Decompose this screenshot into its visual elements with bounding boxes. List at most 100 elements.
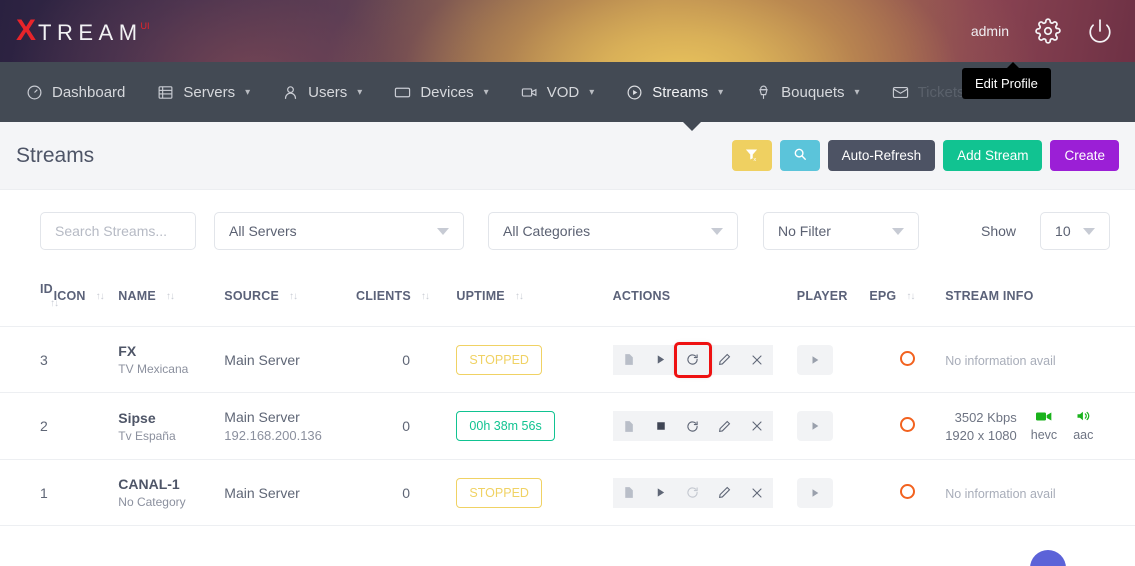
sort-icon[interactable]: ↑↓	[421, 291, 429, 302]
filters-row: Search Streams... All Servers All Catego…	[0, 190, 1135, 268]
page-wrapper: XTREAMUI admin Dashboard	[0, 0, 1135, 526]
codec-group: hevc aac	[1031, 410, 1094, 442]
page-title: Streams	[16, 144, 94, 168]
show-label: Show	[981, 223, 1016, 239]
sort-icon[interactable]: ↑↓	[515, 291, 523, 302]
logo-superscript: UI	[141, 21, 150, 31]
search-icon	[793, 147, 807, 164]
nav-item-servers[interactable]: Servers ▾	[141, 62, 266, 122]
cell-name: FX TV Mexicana	[118, 327, 224, 393]
play-icon[interactable]	[645, 478, 677, 508]
th-icon[interactable]: ICON ↑↓	[54, 268, 119, 327]
speaker-icon	[1073, 410, 1093, 424]
nav-item-devices[interactable]: Devices ▾	[378, 62, 504, 122]
no-information-text: No information avail	[945, 354, 1055, 368]
streams-panel: Search Streams... All Servers All Catego…	[0, 190, 1135, 526]
close-icon[interactable]	[741, 345, 773, 375]
source-name: Main Server	[224, 409, 356, 425]
sort-icon[interactable]: ↑↓	[906, 291, 914, 302]
sort-icon[interactable]: ↑↓	[166, 291, 174, 302]
nav-item-streams[interactable]: Streams ▾	[610, 62, 739, 122]
th-name[interactable]: NAME↑↓	[118, 268, 224, 327]
nav-label: Bouquets	[781, 84, 844, 101]
file-icon[interactable]	[613, 345, 645, 375]
stop-icon[interactable]	[645, 411, 677, 441]
nav-label: Streams	[652, 84, 708, 101]
scroll-to-top-button[interactable]	[1030, 550, 1066, 566]
cell-source: Main Server 192.168.200.136	[224, 393, 356, 460]
nav-item-dashboard[interactable]: Dashboard	[10, 62, 141, 122]
cell-actions	[613, 393, 797, 460]
gear-icon[interactable]	[1035, 18, 1061, 44]
stream-name: Sipse	[118, 410, 224, 426]
source-ip: 192.168.200.136	[224, 428, 356, 443]
categories-select[interactable]: All Categories	[488, 212, 738, 250]
pencil-icon[interactable]	[709, 345, 741, 375]
create-button[interactable]: Create	[1050, 140, 1119, 171]
file-icon[interactable]	[613, 411, 645, 441]
cell-uptime: STOPPED	[456, 460, 612, 526]
player-play-icon[interactable]	[797, 411, 833, 441]
search-input[interactable]: Search Streams...	[40, 212, 196, 250]
player-play-icon[interactable]	[797, 478, 833, 508]
table-row[interactable]: 3 FX TV Mexicana Main Server 0 STOPPED	[0, 327, 1135, 393]
add-stream-button[interactable]: Add Stream	[943, 140, 1042, 171]
th-label: STREAM INFO	[945, 289, 1033, 303]
source-name: Main Server	[224, 352, 356, 368]
cell-uptime: STOPPED	[456, 327, 612, 393]
search-button[interactable]	[780, 140, 820, 171]
stream-bitrate-block: 3502 Kbps 1920 x 1080	[945, 410, 1017, 443]
sort-icon[interactable]: ↑↓	[289, 291, 297, 302]
cell-clients: 0	[356, 393, 456, 460]
clear-filter-button[interactable]: x	[732, 140, 772, 171]
play-icon[interactable]	[645, 345, 677, 375]
dashboard-icon	[26, 84, 43, 101]
table-row[interactable]: 1 CANAL-1 No Category Main Server 0 STOP…	[0, 460, 1135, 526]
th-clients[interactable]: CLIENTS↑↓	[356, 268, 456, 327]
servers-select[interactable]: All Servers	[214, 212, 464, 250]
page-header: Streams x Auto-Refresh Add Stream Create	[0, 122, 1135, 190]
nav-item-users[interactable]: Users ▾	[266, 62, 378, 122]
th-label: ICON	[54, 289, 86, 303]
table-row[interactable]: 2 Sipse Tv España Main Server 192.168.20…	[0, 393, 1135, 460]
epg-ring-icon[interactable]	[900, 351, 915, 366]
player-play-icon[interactable]	[797, 345, 833, 375]
nav-item-bouquets[interactable]: Bouquets ▾	[739, 62, 875, 122]
pencil-icon[interactable]	[709, 478, 741, 508]
th-uptime[interactable]: UPTIME↑↓	[456, 268, 612, 327]
cell-id: 3	[0, 327, 54, 393]
close-icon[interactable]	[741, 411, 773, 441]
epg-ring-icon[interactable]	[900, 417, 915, 432]
admin-username[interactable]: admin	[971, 23, 1009, 39]
refresh-icon[interactable]	[677, 478, 709, 508]
epg-ring-icon[interactable]	[900, 484, 915, 499]
th-source[interactable]: SOURCE ↑↓	[224, 268, 356, 327]
page-size-select[interactable]: 10	[1040, 212, 1110, 250]
refresh-icon[interactable]	[677, 411, 709, 441]
app-logo[interactable]: XTREAMUI	[16, 16, 152, 46]
filter-x-icon: x	[744, 147, 759, 165]
close-icon[interactable]	[741, 478, 773, 508]
pencil-icon[interactable]	[709, 411, 741, 441]
refresh-icon[interactable]	[677, 345, 709, 375]
power-icon[interactable]	[1087, 18, 1113, 44]
th-label: SOURCE	[224, 289, 279, 303]
streams-table: ID↑↓ ICON ↑↓ NAME↑↓ SOURCE ↑↓ CLIENTS↑↓ UP…	[0, 268, 1135, 526]
auto-refresh-button[interactable]: Auto-Refresh	[828, 140, 936, 171]
nav-item-vod[interactable]: VOD ▾	[505, 62, 611, 122]
cell-name: Sipse Tv España	[118, 393, 224, 460]
categories-select-value: All Categories	[503, 223, 590, 239]
cell-player	[797, 393, 870, 460]
th-epg[interactable]: EPG↑↓	[869, 268, 945, 327]
logo-text: TREAM	[38, 22, 143, 44]
nav-label: Tickets	[918, 84, 965, 101]
chevron-down-icon: ▾	[855, 87, 860, 98]
th-label: ACTIONS	[613, 289, 671, 303]
file-icon[interactable]	[613, 478, 645, 508]
status-filter-select[interactable]: No Filter	[763, 212, 919, 250]
action-button-group	[613, 345, 773, 375]
th-stream-info: STREAM INFO	[945, 268, 1135, 327]
th-id[interactable]: ID↑↓	[0, 268, 54, 327]
sort-icon[interactable]: ↑↓	[96, 291, 104, 302]
cell-clients: 0	[356, 460, 456, 526]
